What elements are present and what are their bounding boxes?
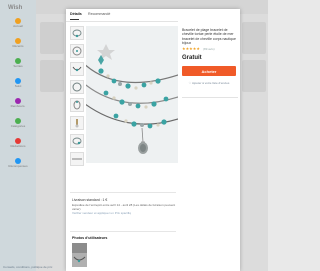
tab-bar: Détails Recommandé [66, 9, 178, 22]
shipping-link[interactable]: Vérifier vendeur et appliquer un Prix sp… [72, 211, 176, 215]
tab-active-indicator [70, 19, 79, 20]
shipping-info: Livraison standard : 1 € Expédiée de l'e… [72, 198, 176, 215]
thumbnail[interactable] [70, 152, 84, 166]
nav-item-label: Récompenses [8, 164, 28, 168]
nav-item-label: Accueil [13, 24, 23, 28]
tab-details[interactable]: Détails [70, 12, 82, 16]
review-count[interactable]: (89 avis) [203, 47, 215, 51]
background-nav-item[interactable]: Catégories [4, 118, 32, 129]
background-footer[interactable]: Conseils, conditions, politique de prix [3, 265, 52, 269]
background-card [40, 60, 64, 92]
thumbnail[interactable] [70, 134, 84, 148]
divider [70, 231, 176, 232]
background-nav-item[interactable]: Récents [4, 38, 32, 49]
shipping-dates: Expédiée de l'entrepôt entre avril 14 - … [72, 203, 176, 211]
user-photo[interactable] [72, 243, 87, 267]
divider [182, 97, 238, 98]
background-nav-item[interactable]: Suivi [4, 78, 32, 89]
tab-recommended[interactable]: Recommandé [88, 12, 110, 16]
thumbnail[interactable] [70, 116, 84, 130]
nav-item-label: Suivi [14, 84, 22, 88]
background-card [40, 22, 64, 54]
product-info-panel: Bracelet de plage bracelet de cheville t… [182, 28, 236, 85]
thumbnail-list [70, 26, 84, 170]
background-nav-item[interactable]: Récompenses [4, 158, 32, 169]
thumbnail[interactable] [70, 44, 84, 58]
thumbnail[interactable] [70, 26, 84, 40]
buy-button[interactable]: Acheter [182, 66, 236, 77]
background-nav-item[interactable]: Rembours. [4, 98, 32, 109]
background-nav-item[interactable]: Accueil [4, 18, 32, 29]
nav-item-label: Sorties [13, 64, 23, 68]
background-nav-item[interactable]: Sorties [4, 58, 32, 69]
product-title: Bracelet de plage bracelet de cheville t… [182, 28, 236, 45]
wishlist-label: Ajouter à votre liste d'envies [191, 81, 230, 86]
thumbnail[interactable] [70, 80, 84, 94]
background-nav-item[interactable]: Réductions [4, 138, 32, 149]
rating-stars: ★★★★★ (89 avis) [182, 46, 236, 52]
product-modal: Détails Recommandé Bracelet de plage bra… [66, 9, 240, 271]
product-price: Gratuit [182, 55, 202, 62]
user-photos-title: Photos d'utilisateurs [72, 236, 108, 240]
background-logo: Wish [8, 5, 23, 11]
divider [70, 192, 176, 193]
background-card [242, 22, 266, 54]
star-icons: ★★★★★ [182, 46, 200, 52]
nav-item-label: Catégories [10, 124, 26, 128]
thumbnail[interactable] [70, 62, 84, 76]
thumbnail[interactable] [70, 98, 84, 112]
heart-icon: ♡ [188, 81, 192, 86]
nav-item-label: Réductions [10, 144, 26, 148]
product-main-image[interactable] [86, 26, 178, 163]
nav-item-label: Rembours. [10, 104, 26, 108]
background-card [242, 60, 266, 92]
nav-item-label: Récents [12, 44, 24, 48]
add-to-wishlist-link[interactable]: ♡ Ajouter à votre liste d'envies [182, 81, 236, 85]
